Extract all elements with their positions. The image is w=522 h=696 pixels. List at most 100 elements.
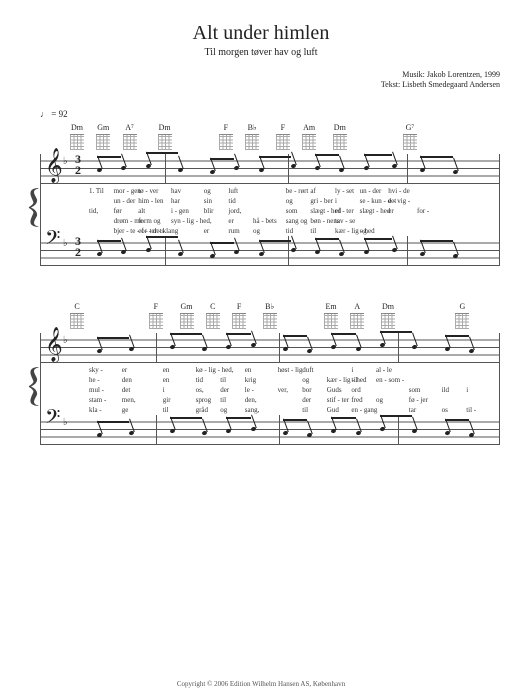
lyric-syllable: un - der [114,197,136,205]
lyric-syllable: stif - ter [327,396,349,404]
chord-diagram [302,134,316,150]
lyric-syllable: til [220,376,226,384]
lyric-syllable: bor [302,386,311,394]
treble-staff: 𝄞♭32 [41,154,499,184]
lyric-syllable: sang og [286,217,308,225]
key-signature: ♭ [63,417,66,428]
chord-name: G⁷ [406,123,415,133]
lyric-syllable: er [388,207,393,215]
lyric-syllable: som [409,386,421,394]
lyric-syllable: form og [138,217,160,225]
chord-symbol: G⁷ [395,123,425,150]
lyric-syllable: os, [196,386,204,394]
lyric-syllable: en [163,366,170,374]
lyric-syllable: og [360,227,367,235]
notes [89,337,493,359]
text-credit: Tekst: Lisbeth Smedegaard Andersen [22,80,500,90]
chord-symbol: Dm [150,123,180,150]
lyric-syllable: tid [286,227,293,235]
credits-block: Musik: Jakob Lorentzen, 1999 Tekst: Lisb… [22,70,500,91]
chord-name: Am [303,123,315,133]
lyric-syllable: til [351,376,357,384]
lyric-syllable: tav - se [335,217,355,225]
score-subtitle: Til morgen tøver hav og luft [22,47,500,58]
lyric-syllable: kær - lig - hed [335,227,375,235]
chord-symbol: F [141,302,171,329]
treble-clef-icon: 𝄞 [45,149,63,183]
chord-diagram [158,134,172,150]
lyric-syllable: for - [417,207,429,215]
chord-name: Dm [159,123,171,133]
lyric-syllable: er [228,217,233,225]
lyric-syllable: 1. Til [89,187,104,195]
lyric-syllable: som [286,207,298,215]
lyric-syllable: før [114,207,122,215]
lyric-syllable: hav [171,187,181,195]
lyric-syllable: en [163,376,170,384]
chord-diagram [123,134,137,150]
lyric-syllable: og [376,396,383,404]
lyric-syllable: sang, [245,406,260,414]
lyrics-block: 1. Tilmor - gentø - verhavogluftbe - rør… [41,187,499,236]
lyric-syllable: tø - ver [138,187,158,195]
lyric-syllable: os [442,406,448,414]
chord-diagram [232,313,246,329]
lyric-syllable: sin [204,197,212,205]
lyric-syllable: i [335,197,337,205]
chord-symbol: G [447,302,477,329]
key-signature: ♭ [63,156,66,167]
lyric-syllable: og [204,187,211,195]
chord-name: C [210,302,215,312]
lyric-syllable: luft [228,187,238,195]
lyric-syllable: tid [196,376,203,384]
chord-diagram [219,134,233,150]
chord-symbol: A⁷ [115,123,145,150]
chord-diagram [276,134,290,150]
lyric-syllable: tid, [89,207,98,215]
key-signature: ♭ [63,335,66,346]
chord-name: Gm [97,123,109,133]
chord-name: Gm [181,302,193,312]
lyric-syllable: i [351,366,353,374]
lyric-syllable: sky - [89,366,103,374]
bass-staff: 𝄢♭ [41,415,499,445]
chord-name: Dm [334,123,346,133]
lyric-syllable: gråd [196,406,208,414]
lyrics-block: sky -erenkø - lig - hed,enhøst - ligduft… [41,366,499,415]
chord-diagram [403,134,417,150]
lyric-syllable: alt [138,207,145,215]
lyric-syllable: til [163,406,169,414]
chord-name: C [74,302,79,312]
lyric-syllable: en - som - [376,376,404,384]
lyric-syllable: i [163,386,165,394]
lyric-line: tid,føralti - genblirjord,somslægt - hed… [89,207,499,216]
grand-staff: 𝄔𝄞♭sky -erenkø - lig - hed,enhøst - ligd… [40,333,500,445]
lyric-syllable: til [220,396,226,404]
brace-icon: 𝄔 [27,333,39,445]
lyric-syllable: ord [351,386,360,394]
bass-staff: 𝄢♭32 [41,236,499,266]
lyric-syllable: den, [245,396,257,404]
chord-diagram [245,134,259,150]
lyric-syllable: him - len [138,197,163,205]
lyric-syllable: en - gang [351,406,377,414]
lyric-syllable: le - [245,386,254,394]
chord-diagram [180,313,194,329]
lyric-syllable: og [220,406,227,414]
lyric-syllable: slægt - hed [360,207,391,215]
lyric-syllable: gri - ber [310,197,333,205]
lyric-syllable: syn - lig - hed, [171,217,212,225]
lyric-syllable: og [253,227,260,235]
lyric-syllable: ge [122,406,129,414]
lyric-syllable: tar [409,406,416,414]
lyric-syllable: ef - ter [335,207,354,215]
chord-diagram [455,313,469,329]
lyric-syllable: fø - jer [409,396,428,404]
lyric-syllable: Guds [327,386,342,394]
chord-name: F [154,302,158,312]
chord-symbol: A [342,302,372,329]
chord-diagram [206,313,220,329]
lyric-syllable: krig [245,376,256,384]
lyric-syllable: ly - set [335,187,354,195]
chord-diagram [263,313,277,329]
